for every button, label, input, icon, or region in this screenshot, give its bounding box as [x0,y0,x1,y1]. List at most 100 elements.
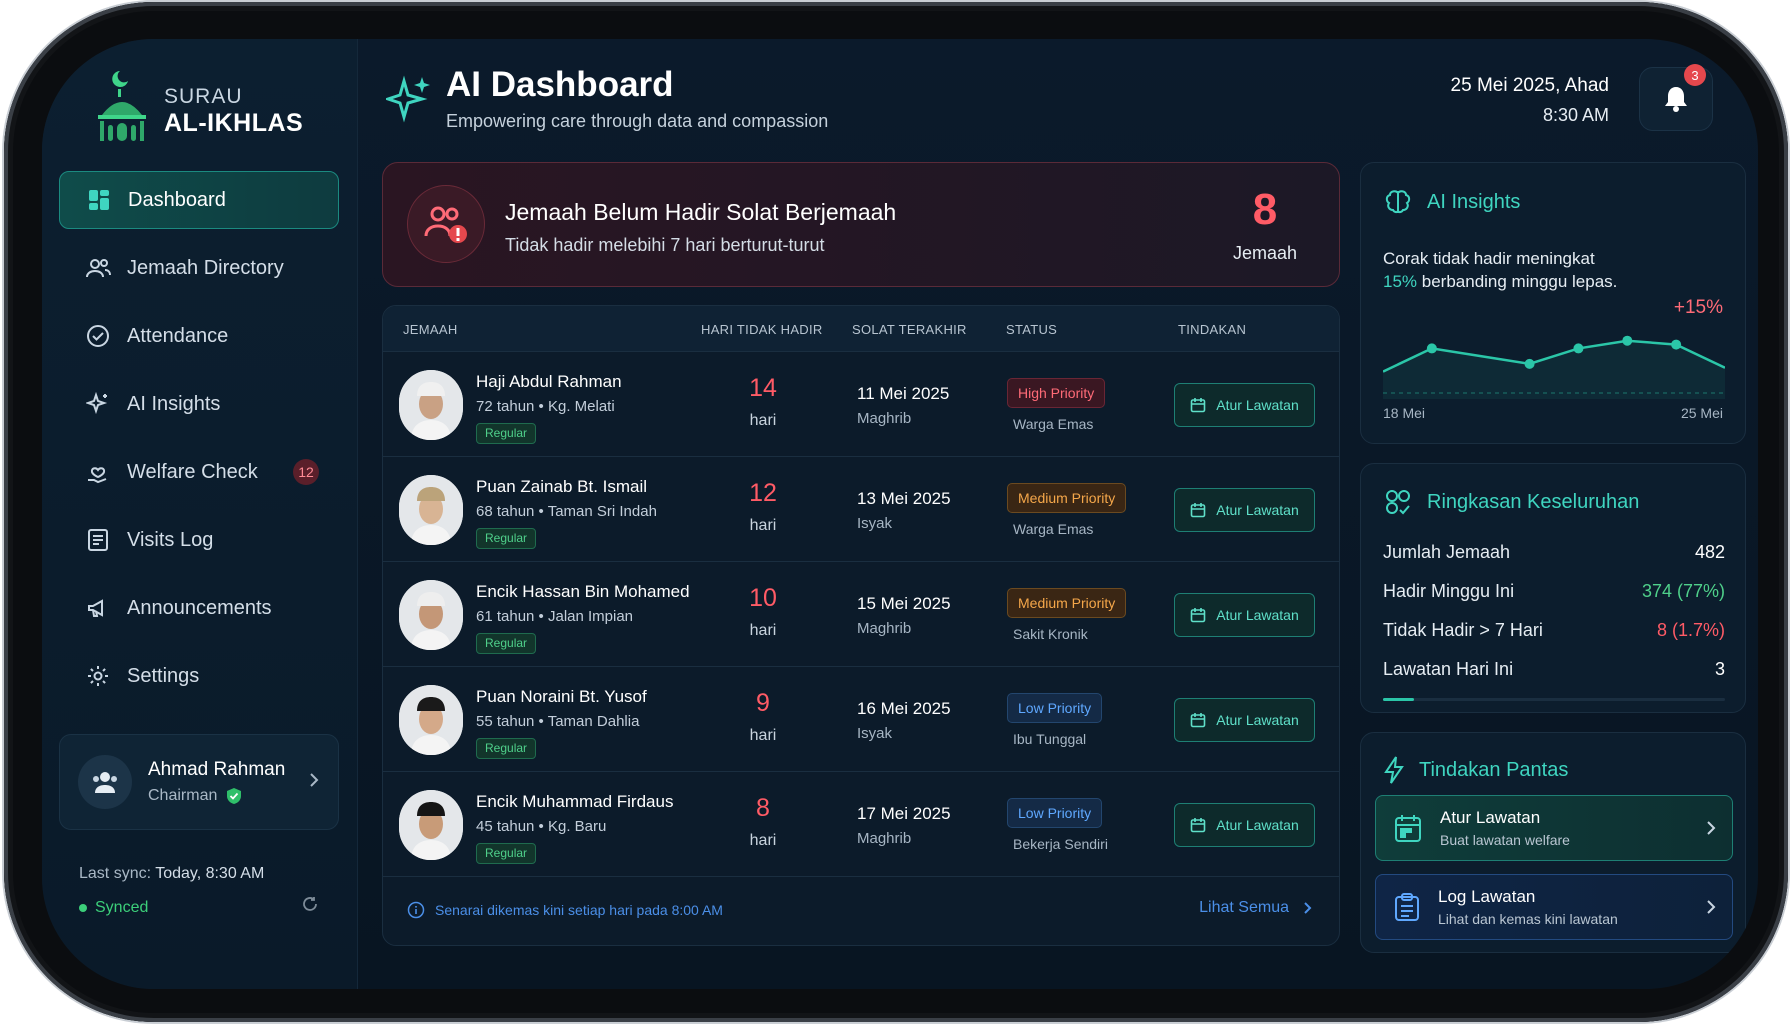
schedule-visit-label: Atur Lawatan [1216,397,1299,413]
brain-icon [1385,190,1411,214]
page-subtitle: Empowering care through data and compass… [446,111,829,131]
sidebar-item-visits-log[interactable]: Visits Log [59,511,339,569]
priority-badge: Medium Priority [1007,588,1127,618]
schedule-visit-label: Atur Lawatan [1216,607,1299,623]
sidebar-item-welfare-check[interactable]: Welfare Check 12 [59,443,339,501]
days-unit: hari [749,727,777,744]
sidebar-item-label: Attendance [127,324,229,347]
member-tag: Regular [476,738,537,759]
summary-value: 8 (1.7%) [1656,620,1725,640]
users-icon [93,772,117,793]
summary-label: Jumlah Jemaah [1383,542,1511,562]
days-absent: 9 [756,689,770,717]
action-subtitle: Lihat dan kemas kini lawatan [1438,911,1618,927]
sidebar-item-label: Announcements [127,596,272,619]
sidebar-item-label: Settings [127,664,200,687]
view-all-link[interactable]: Lihat Semua [1199,899,1313,917]
person-photo [399,370,463,440]
chart-point [1426,343,1437,354]
person-name: Puan Noraini Bt. Yusof [476,687,647,706]
last-prayer-name: Maghrib [857,410,912,427]
view-all-label: Lihat Semua [1199,899,1289,916]
person-photo [399,685,463,755]
notifications-button[interactable]: 3 [1639,64,1713,131]
sidebar-item-label: AI Insights [127,392,221,415]
person-photo [399,475,463,545]
calendar-icon [1190,398,1206,413]
table-row: Haji Abdul Rahman 72 tahun • Kg. Melati … [383,352,1339,457]
insight-change: +15% [1673,297,1723,318]
summary-row: Tidak Hadir > 7 Hari 8 (1.7%) [1383,620,1725,641]
alert-subtitle: Tidak hadir melebihi 7 hari berturut-tur… [505,235,825,255]
insight-line-1: Corak tidak hadir meningkat [1383,249,1595,268]
avatar [78,755,132,809]
summary-value: 374 (77%) [1641,581,1725,601]
user-profile-card[interactable]: Ahmad Rahman Chairman [59,734,339,830]
action-title: Atur Lawatan [1440,808,1541,827]
sparkle-icon [85,391,111,417]
insight-text: Corak tidak hadir meningkat 15% berbandi… [1383,247,1617,293]
schedule-visit-button[interactable]: Atur Lawatan [1174,803,1315,847]
alert-users-icon [407,185,485,263]
schedule-visit-action[interactable]: Atur Lawatan Buat lawatan welfare [1375,795,1733,861]
sync-time: Today, 8:30 AM [155,865,265,882]
schedule-visit-button[interactable]: Atur Lawatan [1174,488,1315,532]
table-row: Puan Zainab Bt. Ismail 68 tahun • Taman … [383,457,1339,562]
person-name: Haji Abdul Rahman [476,372,622,391]
person-name: Encik Hassan Bin Mohamed [476,582,690,601]
quick-actions-panel: Tindakan Pantas Atur Lawatan Buat lawata… [1360,732,1746,953]
last-prayer-name: Maghrib [857,830,912,847]
last-prayer-name: Isyak [857,515,893,532]
sidebar-item-ai-insights[interactable]: AI Insights [59,375,339,433]
member-tag: Regular [476,423,537,444]
days-absent: 10 [749,584,777,612]
schedule-visit-button[interactable]: Atur Lawatan [1174,593,1315,637]
sidebar-item-announcements[interactable]: Announcements [59,579,339,637]
table-row: Encik Muhammad Firdaus 45 tahun • Kg. Ba… [383,772,1339,877]
table-row: Encik Hassan Bin Mohamed 61 tahun • Jala… [383,562,1339,667]
absence-alert-card: Jemaah Belum Hadir Solat Berjemaah Tidak… [382,162,1340,287]
sidebar-item-settings[interactable]: Settings [59,647,339,705]
person-meta: 72 tahun • Kg. Melati [476,398,615,415]
sidebar-item-dashboard[interactable]: Dashboard [59,171,339,229]
lightning-icon [1384,756,1404,784]
sync-state: Synced [95,899,149,916]
insight-line-2: berbanding minggu lepas. [1417,272,1618,291]
refresh-icon[interactable] [301,895,319,913]
summary-row: Jumlah Jemaah 482 [1383,542,1725,563]
status-category: Bekerja Sendiri [1013,836,1108,852]
update-note: Senarai dikemas kini setiap hari pada 8:… [435,902,723,918]
heart-hand-icon [85,459,111,485]
calendar-icon [1395,815,1421,842]
chart-point [1573,343,1584,354]
page-title: AI Dashboard [446,65,674,104]
member-tag: Regular [476,633,537,654]
summary-row: Lawatan Hari Ini 3 [1383,659,1725,680]
status-category: Ibu Tunggal [1013,731,1087,747]
panel-title: AI Insights [1427,190,1521,213]
last-prayer-date: 15 Mei 2025 [857,594,951,613]
screen: SURAU AL-IKHLAS Dashboard Jemaah Directo… [42,39,1758,989]
days-unit: hari [749,832,777,849]
schedule-visit-button[interactable]: Atur Lawatan [1174,383,1315,427]
days-unit: hari [749,517,777,534]
gear-icon [85,663,111,689]
days-unit: hari [749,412,777,429]
summary-value: 3 [1714,659,1725,679]
absence-trend-chart [1383,335,1725,399]
summary-label: Tidak Hadir > 7 Hari [1383,620,1543,640]
mosque-logo-icon [98,71,146,141]
schedule-visit-button[interactable]: Atur Lawatan [1174,698,1315,742]
person-meta: 55 tahun • Taman Dahlia [476,713,640,730]
summary-value: 482 [1694,542,1725,562]
chart-start-label: 18 Mei [1383,405,1426,421]
sidebar-item-attendance[interactable]: Attendance [59,307,339,365]
person-meta: 45 tahun • Kg. Baru [476,818,607,835]
chart-point [1524,358,1535,369]
alert-title: Jemaah Belum Hadir Solat Berjemaah [505,199,897,225]
summary-label: Hadir Minggu Ini [1383,581,1515,601]
visit-log-action[interactable]: Log Lawatan Lihat dan kemas kini lawatan [1375,874,1733,940]
sidebar-item-jemaah-directory[interactable]: Jemaah Directory [59,239,339,297]
schedule-visit-label: Atur Lawatan [1216,502,1299,518]
person-name: Puan Zainab Bt. Ismail [476,477,648,496]
